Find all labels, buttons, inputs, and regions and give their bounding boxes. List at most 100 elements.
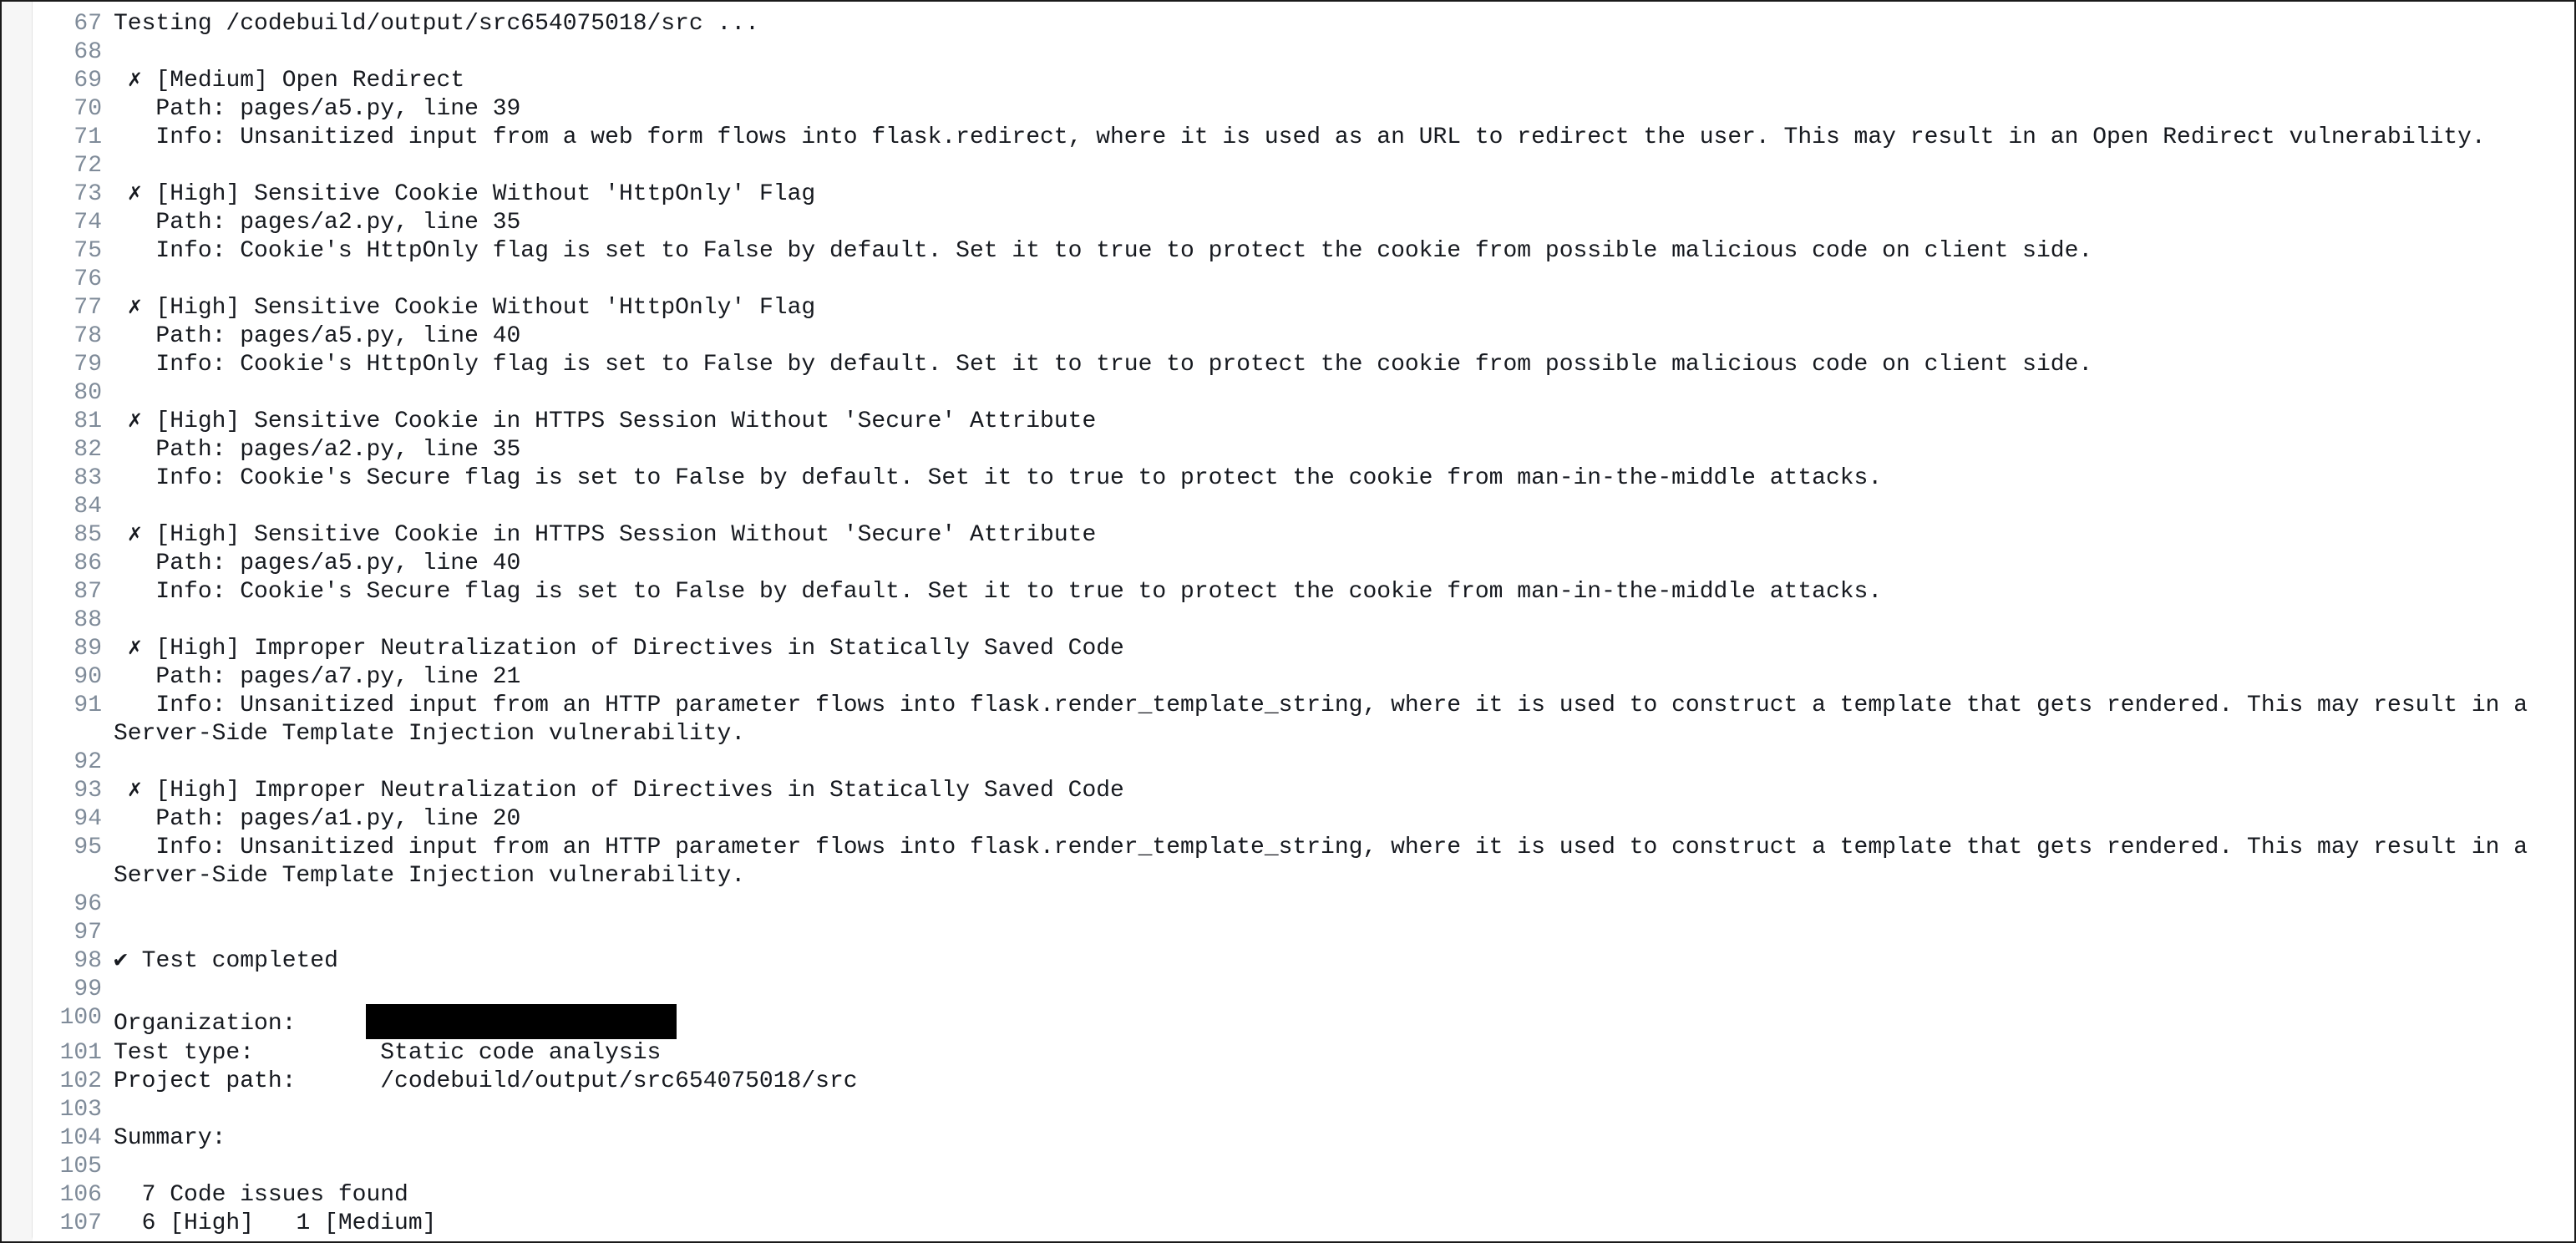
- line-number: 92: [74, 749, 102, 775]
- log-line: 81 ✗ [High] Sensitive Cookie in HTTPS Se…: [32, 408, 2574, 436]
- log-line: 68: [32, 38, 2574, 67]
- line-number: 106: [59, 1182, 102, 1208]
- line-text: 6 [High] 1 [Medium]: [114, 1210, 437, 1236]
- line-number: 100: [59, 1005, 102, 1031]
- line-number: 104: [59, 1125, 102, 1151]
- log-line: 82 Path: pages/a2.py, line 35: [32, 436, 2574, 464]
- line-number: 98: [74, 948, 102, 974]
- line-number: 68: [74, 39, 102, 65]
- line-number: 105: [59, 1154, 102, 1180]
- log-line: 104 Summary:: [32, 1124, 2574, 1153]
- line-text: Info: Cookie's Secure flag is set to Fal…: [114, 465, 1883, 491]
- line-number: 87: [74, 579, 102, 605]
- log-line: 86 Path: pages/a5.py, line 40: [32, 550, 2574, 578]
- log-line: 83 Info: Cookie's Secure flag is set to …: [32, 464, 2574, 493]
- line-number: 72: [74, 153, 102, 179]
- line-number: 85: [74, 522, 102, 548]
- line-text: Summary:: [114, 1125, 226, 1151]
- line-number: 101: [59, 1040, 102, 1066]
- line-number: 90: [74, 664, 102, 690]
- line-number: 91: [74, 693, 102, 718]
- line-number: 102: [59, 1068, 102, 1094]
- line-text: Project path: /codebuild/output/src65407…: [114, 1068, 858, 1094]
- line-number: 76: [74, 266, 102, 292]
- log-line: 87 Info: Cookie's Secure flag is set to …: [32, 578, 2574, 606]
- log-line: 97: [32, 919, 2574, 947]
- line-text: ✗ [High] Sensitive Cookie in HTTPS Sessi…: [114, 522, 1097, 548]
- log-line: 99: [32, 976, 2574, 1004]
- line-text: ✗ [High] Improper Neutralization of Dire…: [114, 778, 1124, 804]
- line-number: 74: [74, 210, 102, 236]
- log-line: 91 Info: Unsanitized input from an HTTP …: [32, 692, 2574, 748]
- log-scroll-fade: [32, 1236, 2574, 1241]
- line-number: 81: [74, 408, 102, 434]
- log-line: 73 ✗ [High] Sensitive Cookie Without 'Ht…: [32, 180, 2574, 209]
- log-line: 103: [32, 1096, 2574, 1124]
- line-number: 97: [74, 920, 102, 946]
- line-text: Path: pages/a2.py, line 35: [114, 210, 521, 236]
- log-line: 106 7 Code issues found: [32, 1181, 2574, 1210]
- line-text: Path: pages/a7.py, line 21: [114, 664, 521, 690]
- line-text: ✗ [High] Sensitive Cookie Without 'HttpO…: [114, 181, 816, 207]
- line-number: 83: [74, 465, 102, 491]
- line-number: 75: [74, 238, 102, 264]
- line-text: Info: Cookie's Secure flag is set to Fal…: [114, 579, 1883, 605]
- line-text: Test type: Static code analysis: [114, 1040, 662, 1066]
- line-text: Path: pages/a1.py, line 20: [114, 806, 521, 832]
- log-line: 89 ✗ [High] Improper Neutralization of D…: [32, 635, 2574, 663]
- build-log-viewer: 67 Testing /codebuild/output/src654075018…: [0, 0, 2576, 1243]
- line-text: Path: pages/a5.py, line 40: [114, 323, 521, 349]
- line-text: Path: pages/a5.py, line 40: [114, 550, 521, 576]
- line-text: 7 Code issues found: [114, 1182, 408, 1208]
- log-line: 75 Info: Cookie's HttpOnly flag is set t…: [32, 237, 2574, 266]
- line-number: 69: [74, 68, 102, 94]
- log-line: 107 6 [High] 1 [Medium]: [32, 1210, 2574, 1238]
- log-line: 74 Path: pages/a2.py, line 35: [32, 209, 2574, 237]
- line-number: 95: [74, 835, 102, 860]
- line-number: 78: [74, 323, 102, 349]
- line-text: ✗ [High] Sensitive Cookie in HTTPS Sessi…: [114, 408, 1097, 434]
- log-line: 95 Info: Unsanitized input from an HTTP …: [32, 834, 2574, 890]
- line-number: 82: [74, 437, 102, 463]
- log-line: 102 Project path: /codebuild/output/src65…: [32, 1068, 2574, 1096]
- line-number: 88: [74, 607, 102, 633]
- line-text: Path: pages/a2.py, line 35: [114, 437, 521, 463]
- log-line: 84: [32, 493, 2574, 521]
- log-line: 100 Organization:: [32, 1004, 2574, 1039]
- line-text: ✗ [Medium] Open Redirect: [114, 68, 465, 94]
- log-line: 78 Path: pages/a5.py, line 40: [32, 322, 2574, 351]
- line-number: 107: [59, 1210, 102, 1236]
- line-number: 80: [74, 380, 102, 406]
- line-number: 94: [74, 806, 102, 832]
- log-line: 72: [32, 152, 2574, 180]
- line-number: 84: [74, 494, 102, 520]
- line-text: Path: pages/a5.py, line 39: [114, 96, 521, 122]
- log-line: 105: [32, 1153, 2574, 1181]
- log-line: 94 Path: pages/a1.py, line 20: [32, 805, 2574, 834]
- log-output[interactable]: 67 Testing /codebuild/output/src654075018…: [32, 10, 2574, 1241]
- log-line: 80: [32, 379, 2574, 408]
- line-text: Info: Cookie's HttpOnly flag is set to F…: [114, 238, 2093, 264]
- line-number: 73: [74, 181, 102, 207]
- organization-label: Organization:: [114, 1011, 367, 1037]
- log-line: 93 ✗ [High] Improper Neutralization of D…: [32, 777, 2574, 805]
- line-text: ✔ Test completed: [114, 948, 338, 974]
- log-line: 98 ✔ Test completed: [32, 947, 2574, 976]
- line-text: Info: Cookie's HttpOnly flag is set to F…: [114, 352, 2093, 378]
- log-line: 96: [32, 890, 2574, 919]
- line-text: Info: Unsanitized input from a web form …: [114, 124, 2486, 150]
- line-number: 86: [74, 550, 102, 576]
- log-gutter: [2, 2, 33, 1241]
- log-line: 79 Info: Cookie's HttpOnly flag is set t…: [32, 351, 2574, 379]
- log-line: 88: [32, 606, 2574, 635]
- line-text: ✗ [High] Improper Neutralization of Dire…: [114, 636, 1124, 662]
- line-number: 89: [74, 636, 102, 662]
- line-number: 77: [74, 295, 102, 321]
- line-number: 96: [74, 891, 102, 917]
- log-line: 69 ✗ [Medium] Open Redirect: [32, 67, 2574, 95]
- line-number: 67: [74, 11, 102, 37]
- line-number: 93: [74, 778, 102, 804]
- organization-line: Organization:: [114, 1004, 2574, 1039]
- line-number: 99: [74, 977, 102, 1002]
- line-text: Info: Unsanitized input from an HTTP par…: [114, 693, 2542, 747]
